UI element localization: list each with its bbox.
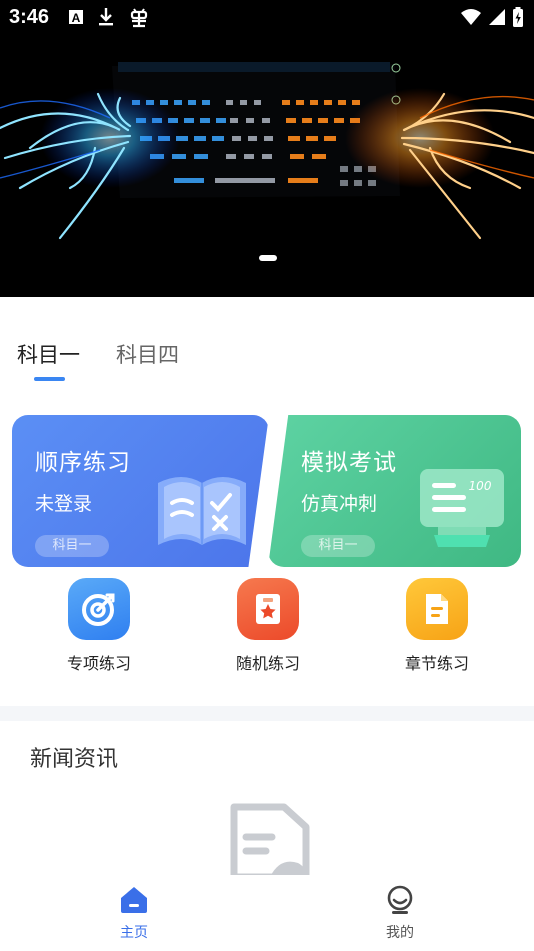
order-practice-title: 顺序练习 (35, 450, 131, 476)
order-practice-subject-tag: 科目一 (35, 535, 109, 557)
tab-subject-four[interactable]: 科目四 (116, 339, 179, 369)
card-star-icon (237, 578, 299, 640)
mock-exam-title: 模拟考试 (301, 450, 397, 476)
tab-subject-one[interactable]: 科目一 (17, 339, 80, 369)
profile-icon (387, 885, 413, 914)
status-notification-icons: A (68, 6, 150, 28)
battery-charging-icon (513, 7, 523, 27)
random-practice-entry[interactable]: 随机练习 (208, 578, 328, 674)
nav-mine-label: 我的 (386, 925, 414, 941)
home-icon (121, 887, 147, 913)
a-box-icon: A (69, 10, 83, 25)
bottom-navigation: 主页 我的 (0, 875, 534, 951)
banner-carousel[interactable]: 3:46 A (0, 0, 534, 297)
book-icon (158, 477, 246, 545)
mock-exam-card[interactable]: 模拟考试 仿真冲刺 科目一 100 (268, 415, 521, 567)
chapter-practice-label: 章节练习 (404, 654, 469, 673)
score-board-text: 100 (469, 479, 492, 493)
target-icon (68, 578, 130, 640)
svg-text:A: A (72, 11, 81, 25)
special-practice-entry[interactable]: 专项练习 (39, 578, 159, 674)
chapter-practice-entry[interactable]: 章节练习 (377, 578, 497, 674)
empty-document-icon (230, 803, 310, 877)
mock-exam-subtitle: 仿真冲刺 (301, 493, 378, 515)
status-bar: 3:46 A (0, 0, 534, 38)
document-icon (406, 578, 468, 640)
order-practice-card[interactable]: 顺序练习 未登录 科目一 (12, 415, 269, 567)
order-practice-status: 未登录 (35, 493, 93, 515)
signal-icon (489, 9, 505, 25)
status-time: 3:46 (9, 6, 50, 28)
special-practice-label: 专项练习 (66, 654, 131, 673)
subject-tabs: 科目一 科目四 (0, 328, 534, 388)
status-system-icons (460, 7, 524, 27)
score-board-icon: 100 (420, 469, 504, 547)
mock-exam-subject-tag: 科目一 (301, 535, 375, 557)
news-section-title: 新闻资讯 (30, 747, 119, 772)
nav-item-mine[interactable]: 我的 (360, 885, 440, 942)
section-divider (0, 706, 534, 721)
wifi-icon (461, 9, 481, 25)
random-practice-label: 随机练习 (235, 654, 300, 673)
tab-active-indicator (34, 377, 65, 381)
download-icon (99, 8, 113, 26)
nav-item-home[interactable]: 主页 (94, 885, 174, 942)
nav-home-label: 主页 (120, 925, 148, 941)
carousel-indicator-dot[interactable] (259, 255, 277, 261)
bug-icon (130, 8, 148, 28)
